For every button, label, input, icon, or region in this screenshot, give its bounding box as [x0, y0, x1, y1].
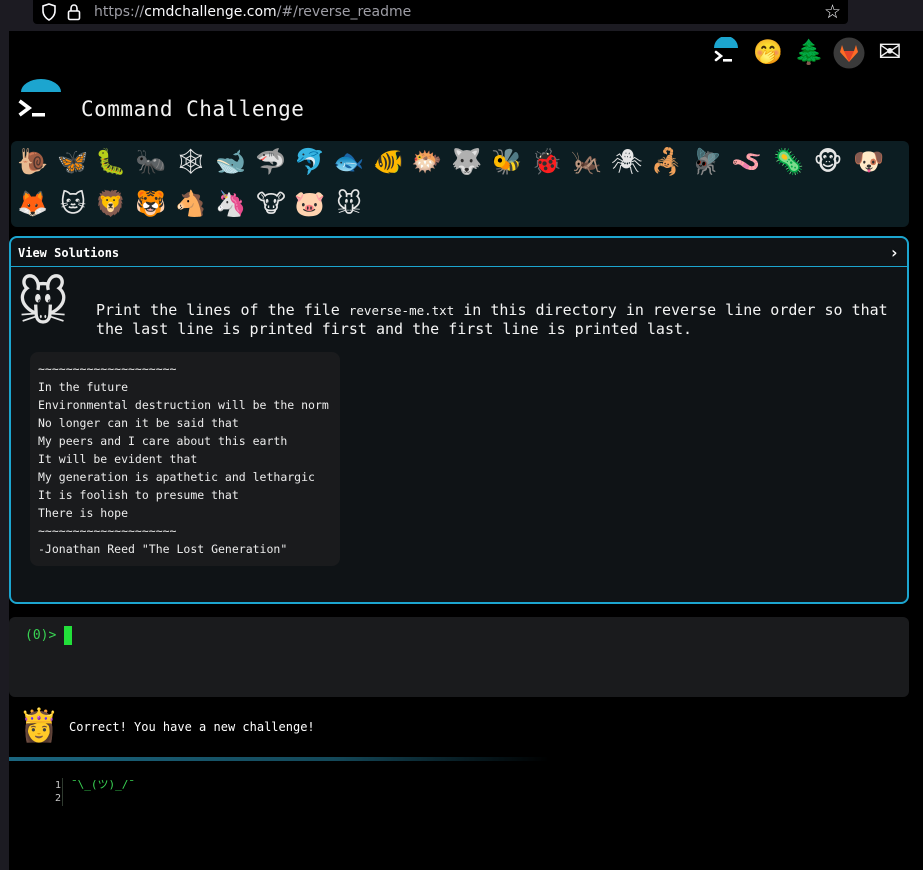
url-path: /#/reverse_readme — [276, 4, 412, 20]
fish-icon[interactable]: 🐟 — [333, 147, 365, 177]
file-line: No longer can it be said that — [38, 416, 239, 430]
logo-icon — [18, 79, 61, 117]
filename-code: reverse-me.txt — [348, 303, 455, 318]
url-scheme: https:// — [94, 4, 145, 20]
ant-icon[interactable]: 🐜 — [135, 147, 167, 177]
challenge-card: View Solutions › 🐭 Print the lines of th… — [9, 236, 909, 604]
whale-icon[interactable]: 🐋 — [215, 147, 247, 177]
view-solutions-label[interactable]: View Solutions — [18, 246, 119, 260]
microbe-icon[interactable]: 🦠 — [773, 147, 805, 177]
file-line: ~~~~~~~~~~~~~~~~~~~~ — [38, 524, 177, 538]
browser-toolbar: https://cmdchallenge.com/#/reverse_readm… — [0, 0, 923, 30]
tiger-icon[interactable]: 🐯 — [135, 189, 167, 219]
spider-icon[interactable]: 🕷 — [611, 147, 643, 177]
princess-icon: 👸 — [19, 706, 59, 744]
url-text[interactable]: https://cmdchallenge.com/#/reverse_readm… — [94, 4, 411, 20]
pig-icon[interactable]: 🐷 — [294, 189, 326, 219]
line-number: 1 — [54, 780, 61, 791]
cow-icon[interactable]: 🐮 — [255, 189, 287, 219]
tropical-fish-icon[interactable]: 🐠 — [373, 147, 405, 177]
chevron-right-icon[interactable]: › — [889, 243, 899, 262]
fox-icon[interactable]: 🦊 — [17, 189, 49, 219]
fly-icon[interactable]: 🪰 — [691, 147, 723, 177]
gutter-divider — [62, 778, 63, 806]
monkey-icon[interactable]: 🐵 — [812, 147, 844, 177]
terminal-prompt: (0)> — [25, 628, 57, 643]
file-line: It will be evident that — [38, 452, 198, 466]
output-code[interactable]: ¯\_(ツ)_/¯ — [71, 778, 135, 791]
butterfly-icon[interactable]: 🦋 — [57, 147, 89, 177]
cricket-icon[interactable]: 🦗 — [571, 147, 603, 177]
file-contents-block: ~~~~~~~~~~~~~~~~~~~~ In the future Environ… — [30, 352, 340, 566]
file-line: Environmental destruction will be the no… — [38, 398, 329, 412]
file-line: It is foolish to presume that — [38, 488, 239, 502]
lion-icon[interactable]: 🦁 — [95, 189, 127, 219]
challenge-progress-grid: 🐌 🦋 🐛 🐜 🕸 🐋 🦈 🐬 🐟 🐠 🐡 🐺 🐝 🐞 🦗 🕷 🦂 🪰 🪱 🦠 🐵 🐶 🦊 🐱 🦁 🐯 🐴 🦄 🐮 🐷 🐭 — [11, 141, 909, 227]
shush-face-icon[interactable]: 🤭 — [753, 37, 783, 67]
result-message: Correct! You have a new challenge! — [69, 720, 315, 734]
file-line: In the future — [38, 380, 129, 394]
ladybug-icon[interactable]: 🐞 — [531, 147, 563, 177]
wolf-icon[interactable]: 🐺 — [451, 147, 483, 177]
bee-icon[interactable]: 🐝 — [491, 147, 523, 177]
view-solutions-bar[interactable]: View Solutions › — [11, 238, 907, 267]
worm-icon[interactable]: 🪱 — [731, 147, 763, 177]
unicorn-icon[interactable]: 🦄 — [215, 189, 247, 219]
scorpion-icon[interactable]: 🦂 — [651, 147, 683, 177]
envelope-icon[interactable]: ✉ — [873, 37, 907, 67]
shark-icon[interactable]: 🦈 — [255, 147, 287, 177]
bookmark-star-icon[interactable]: ☆ — [824, 1, 841, 23]
mouse-icon[interactable]: 🐭 — [333, 189, 365, 219]
web-icon[interactable]: 🕸 — [175, 147, 207, 177]
file-line: My peers and I care about this earth — [38, 434, 288, 448]
dolphin-icon[interactable]: 🐬 — [294, 147, 326, 177]
gitlab-icon[interactable] — [833, 37, 865, 69]
line-number: 2 — [54, 793, 61, 804]
lock-icon[interactable] — [67, 3, 81, 21]
terminal[interactable]: (0)> — [9, 617, 909, 697]
url-host: cmdchallenge.com — [144, 4, 277, 20]
file-line: ~~~~~~~~~~~~~~~~~~~~ — [38, 362, 177, 376]
shield-icon[interactable] — [41, 3, 57, 21]
dog-icon[interactable]: 🐶 — [853, 147, 885, 177]
challenge-description: Print the lines of the file reverse-me.t… — [96, 301, 896, 338]
cat-icon[interactable]: 🐱 — [57, 189, 89, 219]
file-line: There is hope — [38, 506, 129, 520]
page-title: Command Challenge — [81, 97, 305, 121]
file-line: My generation is apathetic and lethargic — [38, 470, 315, 484]
file-line: -Jonathan Reed "The Lost Generation" — [38, 542, 288, 556]
mouse-icon: 🐭 — [17, 274, 70, 332]
terminal-cursor[interactable] — [64, 626, 72, 645]
horse-icon[interactable]: 🐴 — [175, 189, 207, 219]
page: 🤭 🌲 ✉ Command Challenge 🐌 🦋 🐛 🐜 🕸 🐋 🦈 🐬 🐟 🐠 🐡 🐺 🐝 🐞 🦗 🕷… — [9, 31, 923, 870]
snail-icon[interactable]: 🐌 — [17, 147, 49, 177]
divider — [9, 757, 549, 761]
description-text: Print the lines of the file — [96, 301, 349, 319]
line-number-gutter: 1 2 — [39, 779, 61, 805]
cmd-logo-icon[interactable] — [711, 36, 741, 67]
tree-icon[interactable]: 🌲 — [794, 37, 824, 67]
blowfish-icon[interactable]: 🐡 — [411, 147, 443, 177]
caterpillar-icon[interactable]: 🐛 — [95, 147, 127, 177]
